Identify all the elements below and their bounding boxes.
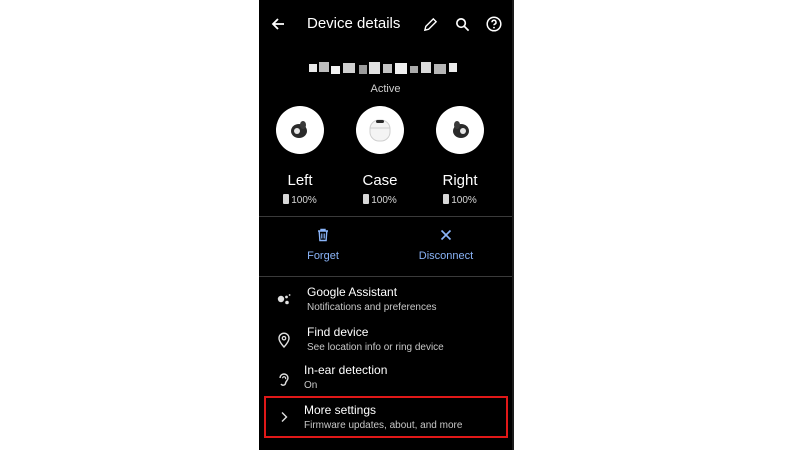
page-title: Device details bbox=[307, 15, 401, 32]
earbud-left-icon bbox=[291, 121, 307, 138]
search-button[interactable] bbox=[451, 13, 473, 35]
help-icon bbox=[486, 16, 502, 32]
left-label: Left bbox=[287, 172, 313, 189]
settings-item-subtitle: See location info or ring device bbox=[307, 342, 444, 353]
pencil-icon bbox=[423, 17, 437, 31]
forget-label: Forget bbox=[307, 250, 339, 262]
charging-case-icon bbox=[369, 119, 391, 142]
arrow-left-icon bbox=[271, 18, 284, 30]
battery-icon bbox=[283, 194, 290, 204]
disconnect-label: Disconnect bbox=[418, 250, 474, 262]
ear-icon bbox=[279, 373, 289, 386]
assistant-icon bbox=[277, 294, 291, 305]
case-label: Case bbox=[362, 172, 398, 189]
settings-item-subtitle: Notifications and preferences bbox=[307, 302, 437, 313]
forget-button[interactable]: Forget bbox=[268, 228, 378, 262]
device-name-obscured bbox=[309, 62, 457, 74]
close-icon bbox=[440, 229, 452, 241]
right-label: Right bbox=[442, 172, 478, 189]
divider bbox=[259, 276, 512, 277]
divider bbox=[259, 216, 512, 217]
left-battery: 100% bbox=[265, 194, 335, 206]
earbud-right-icon bbox=[453, 121, 469, 138]
trash-icon bbox=[318, 228, 328, 242]
disconnect-button[interactable]: Disconnect bbox=[391, 228, 501, 262]
back-button[interactable] bbox=[267, 13, 289, 35]
highlight-box bbox=[264, 396, 508, 438]
settings-item-title: Find device bbox=[307, 325, 369, 339]
connection-status: Active bbox=[370, 83, 401, 95]
settings-item-title: In-ear detection bbox=[304, 363, 388, 377]
device-details-screen: Device details Active Left Case Right 10… bbox=[259, 0, 512, 450]
help-button[interactable] bbox=[483, 13, 505, 35]
settings-item-title: Google Assistant bbox=[307, 285, 398, 299]
top-app-bar: Device details bbox=[259, 0, 512, 48]
case-image bbox=[356, 106, 404, 154]
settings-item-find-device[interactable]: Find device See location info or ring de… bbox=[259, 323, 512, 361]
case-battery: 100% bbox=[345, 194, 415, 206]
search-icon bbox=[455, 17, 469, 31]
right-earbud-image bbox=[436, 106, 484, 154]
settings-item-in-ear-detection[interactable]: In-ear detection On bbox=[259, 361, 512, 399]
edge-shadow bbox=[512, 0, 514, 450]
battery-icon bbox=[443, 194, 450, 204]
location-pin-icon bbox=[278, 332, 290, 348]
edit-button[interactable] bbox=[419, 13, 441, 35]
right-battery: 100% bbox=[425, 194, 495, 206]
left-earbud-image bbox=[276, 106, 324, 154]
battery-icon bbox=[363, 194, 370, 204]
settings-item-subtitle: On bbox=[304, 380, 318, 391]
settings-item-google-assistant[interactable]: Google Assistant Notifications and prefe… bbox=[259, 283, 512, 321]
